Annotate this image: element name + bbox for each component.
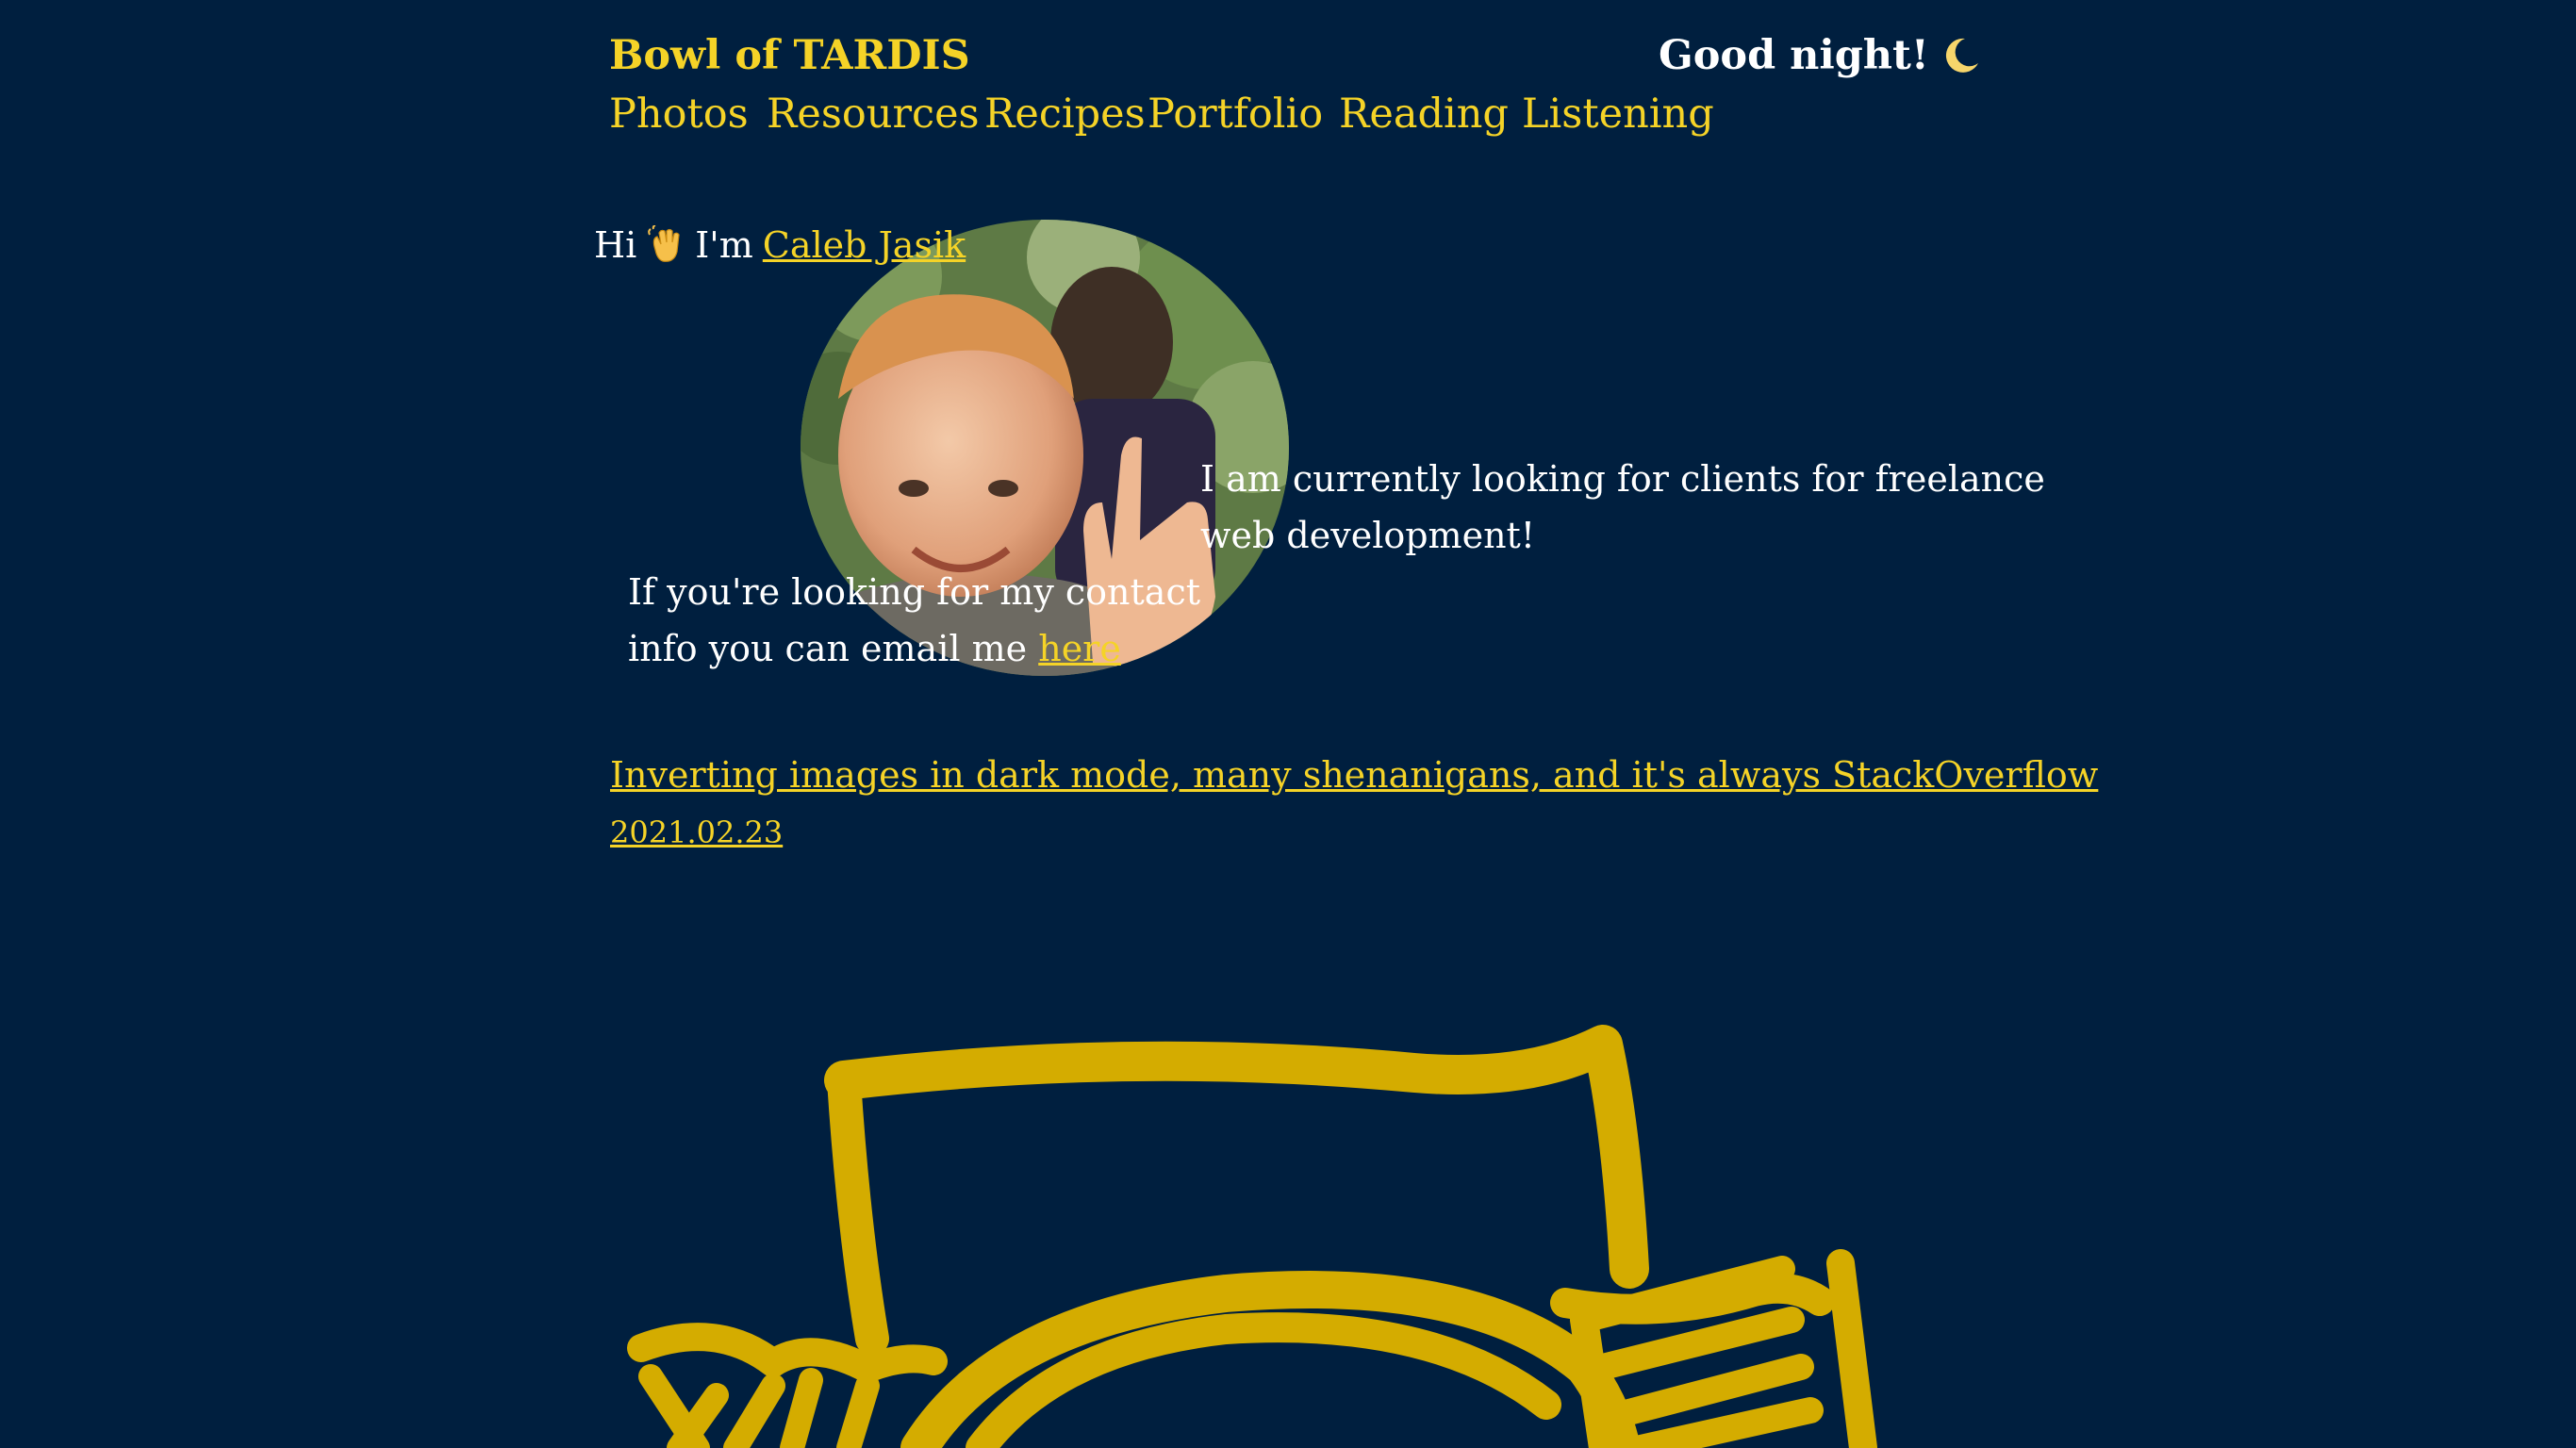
name-link[interactable]: Caleb Jasik bbox=[763, 224, 966, 266]
waving-hand-icon bbox=[648, 225, 680, 262]
page: Bowl of TARDIS Good night! Photos Resour… bbox=[0, 0, 2576, 1448]
im-text: I'm bbox=[695, 224, 753, 266]
tardis-bowl-drawing bbox=[627, 1025, 1877, 1448]
freelance-text: I am currently looking for clients for f… bbox=[1200, 458, 2045, 556]
contact-paragraph: If you're looking for my contact info yo… bbox=[628, 564, 1213, 677]
intro-greeting: Hi I'm Caleb Jasik bbox=[594, 224, 966, 266]
email-link[interactable]: here bbox=[1038, 628, 1121, 669]
hi-text: Hi bbox=[594, 224, 637, 266]
